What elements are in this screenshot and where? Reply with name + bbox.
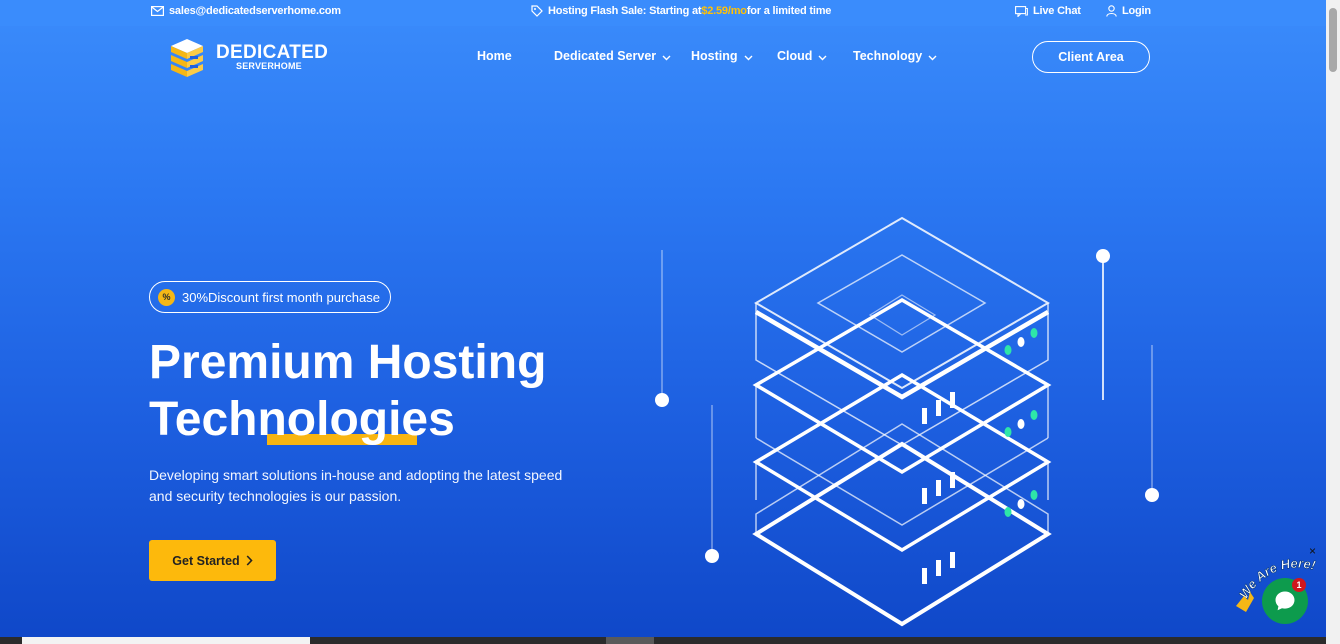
nav-cloud-label: Cloud [777, 49, 813, 63]
scrollbar-thumb[interactable] [1329, 8, 1337, 72]
tag-icon [531, 5, 543, 17]
chevron-down-icon [818, 55, 827, 60]
logo-subtitle: SERVERHOME [236, 61, 302, 71]
sale-suffix: for a limited time [746, 5, 832, 17]
chevron-down-icon [928, 55, 937, 60]
client-area-button[interactable]: Client Area [1032, 41, 1150, 73]
hero-description: Developing smart solutions in-house and … [149, 467, 563, 504]
chat-bubble-icon [1275, 591, 1295, 611]
page-scrollbar[interactable] [1326, 0, 1340, 644]
live-chat-link[interactable]: Live Chat [1015, 5, 1081, 17]
sale-prefix: Hosting Flash Sale: Starting at [548, 5, 702, 17]
user-icon [1106, 5, 1117, 17]
chevron-down-icon [744, 55, 753, 60]
get-started-button[interactable]: Get Started [149, 540, 276, 581]
nav-hosting[interactable]: Hosting [691, 49, 753, 63]
flash-sale-notice: Hosting Flash Sale: Starting at$2.59/mof… [531, 5, 831, 17]
site-logo[interactable]: DEDICATED SERVERHOME [168, 37, 328, 77]
percent-icon: % [158, 288, 175, 306]
nav-home[interactable]: Home [477, 49, 512, 63]
logo-title: DEDICATED [216, 42, 329, 63]
nav-hosting-label: Hosting [691, 49, 738, 63]
nav-home-label: Home [477, 49, 512, 63]
chat-icon [1015, 5, 1028, 17]
live-chat-label: Live Chat [1033, 5, 1081, 17]
top-bar: sales@dedicatedserverhome.com Hosting Fl… [0, 0, 1326, 26]
discount-badge: % 30%Discount first month purchase [149, 281, 391, 313]
chevron-down-icon [662, 55, 671, 60]
get-started-label: Get Started [172, 553, 240, 568]
headline-line-1: Premium Hosting [149, 336, 547, 389]
headline-line-2: Technologies [149, 393, 455, 446]
login-label: Login [1122, 5, 1151, 17]
sale-price: $2.59/mo [701, 5, 747, 17]
nav-cloud[interactable]: Cloud [777, 49, 827, 63]
page: sales@dedicatedserverhome.com Hosting Fl… [0, 0, 1326, 644]
email-text: sales@dedicatedserverhome.com [169, 5, 341, 17]
nav-dedicated-server[interactable]: Dedicated Server [554, 49, 671, 63]
chat-unread-badge: 1 [1292, 578, 1306, 592]
nav-dedicated-server-label: Dedicated Server [554, 49, 657, 63]
chevron-right-icon [246, 555, 253, 566]
server-stack-illustration [655, 216, 1159, 627]
hero-headline: Premium Hosting Technologies [149, 334, 669, 448]
mail-icon [151, 6, 164, 16]
nav-technology[interactable]: Technology [853, 49, 937, 63]
server-stack-logo-icon [171, 39, 203, 77]
nav-technology-label: Technology [853, 49, 923, 63]
bottom-strip [0, 637, 1326, 644]
email-link[interactable]: sales@dedicatedserverhome.com [151, 5, 341, 17]
discount-text: 30%Discount first month purchase [182, 289, 380, 305]
login-link[interactable]: Login [1106, 5, 1151, 17]
chat-close-icon[interactable]: × [1309, 544, 1316, 558]
